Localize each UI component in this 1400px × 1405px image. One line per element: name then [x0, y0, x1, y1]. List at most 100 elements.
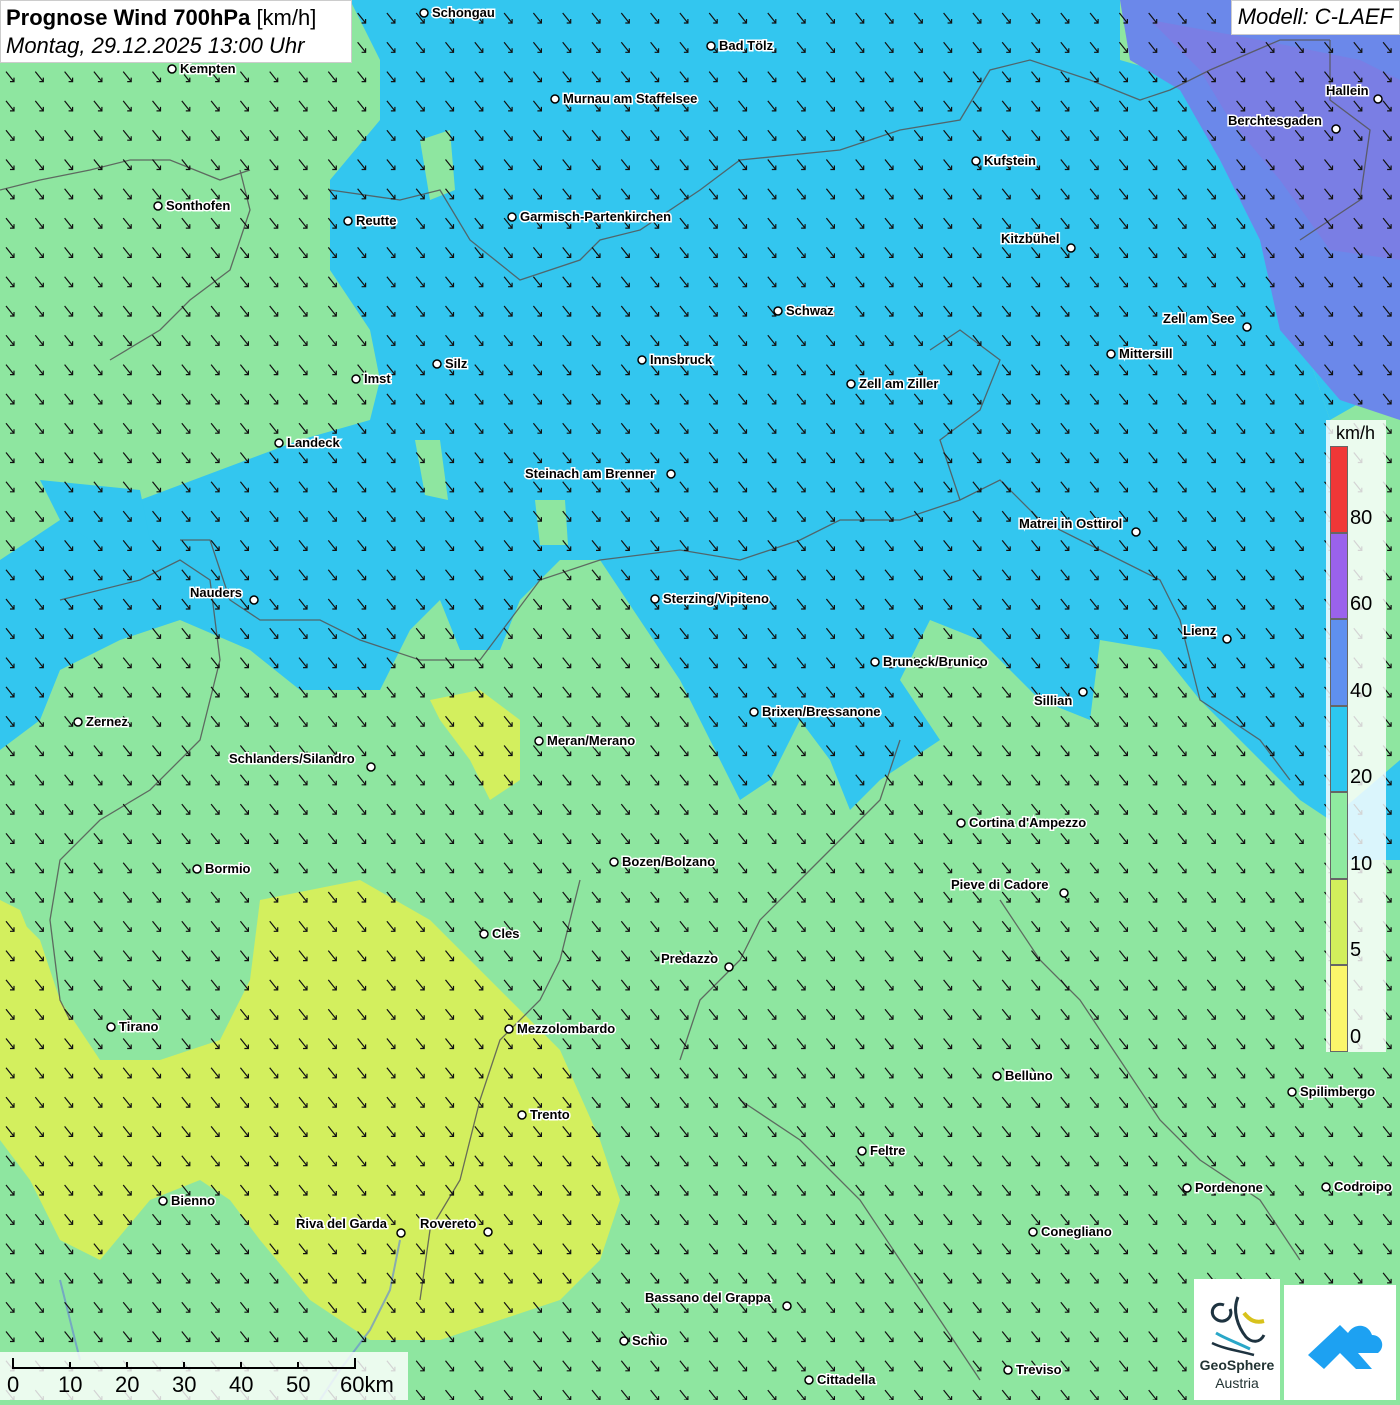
title-box: Prognose Wind 700hPa [km/h] Montag, 29.1… [0, 0, 352, 63]
city-marker [396, 1228, 406, 1238]
city-label: Kitzbühel [1001, 231, 1060, 246]
city-label: Zell am Ziller [859, 376, 938, 391]
city-marker [609, 857, 619, 867]
city-label: Bormio [205, 861, 251, 876]
city-label: Murnau am Staffelsee [563, 91, 697, 106]
geosphere-logo-icon [1210, 1296, 1266, 1357]
city-label: Mezzolombardo [517, 1021, 615, 1036]
city-label: Brixen/Bressanone [762, 704, 881, 719]
city-label: Berchtesgaden [1228, 113, 1322, 128]
city-label: Schwaz [786, 303, 834, 318]
field-green-island [535, 500, 568, 545]
model-label: Modell: C-LAEF [1230, 0, 1400, 35]
city-label: Bienno [171, 1193, 215, 1208]
legend-tick-label: 5 [1350, 939, 1362, 961]
legend-tick-label: 60 [1350, 593, 1373, 615]
map-title-main: Prognose Wind 700hPa [6, 5, 251, 30]
city-label: Bozen/Bolzano [622, 854, 715, 869]
city-marker [956, 818, 966, 828]
city-marker [1321, 1182, 1331, 1192]
mountain-cloud-icon [1308, 1325, 1383, 1369]
city-label: Schio [632, 1333, 667, 1348]
city-label: Pordenone [1195, 1180, 1263, 1195]
city-label: Schlanders/Silandro [229, 751, 355, 766]
forecast-datetime: Montag, 29.12.2025 13:00 Uhr [6, 33, 305, 58]
weather-app-logo[interactable] [1284, 1285, 1396, 1400]
city-label: Hallein [1326, 83, 1369, 98]
city-marker [249, 595, 259, 605]
city-marker [479, 929, 489, 939]
city-marker [419, 8, 429, 18]
legend-color-40 [1330, 619, 1348, 706]
city-label: Rovereto [420, 1216, 476, 1231]
scale-bar: 0 10 20 30 40 50 60km [0, 1352, 408, 1400]
geosphere-logo[interactable]: GeoSphere Austria [1194, 1279, 1280, 1400]
city-label: Landeck [287, 435, 341, 450]
legend-color-5 [1330, 878, 1348, 965]
scale-label: 50 [286, 1372, 311, 1397]
map-title: Prognose Wind 700hPa [km/h] [6, 4, 346, 32]
city-marker [550, 94, 560, 104]
city-label: Conegliano [1041, 1224, 1112, 1239]
legend-color-80 [1330, 446, 1348, 533]
city-marker [870, 657, 880, 667]
city-marker [637, 355, 647, 365]
city-label: Mittersill [1119, 346, 1172, 361]
city-label: Matrei in Osttirol [1019, 516, 1122, 531]
city-marker [650, 594, 660, 604]
city-label: Imst [364, 371, 391, 386]
city-marker [992, 1071, 1002, 1081]
city-label: Silz [445, 356, 468, 371]
city-label: Zell am See [1163, 311, 1235, 326]
legend-tick-label: 20 [1350, 766, 1373, 788]
city-marker [192, 864, 202, 874]
city-marker [1182, 1183, 1192, 1193]
legend-unit: km/h [1336, 423, 1376, 443]
city-marker [504, 1024, 514, 1034]
city-label: Meran/Merano [547, 733, 635, 748]
city-marker [158, 1196, 168, 1206]
city-marker [706, 41, 716, 51]
wind-map[interactable]: Schongau Bad Tölz Kempten Murnau am Staffel… [0, 0, 1400, 1400]
city-label: Cittadella [817, 1372, 876, 1387]
city-marker [804, 1375, 814, 1385]
city-marker [1373, 94, 1383, 104]
city-marker [517, 1110, 527, 1120]
city-marker [666, 469, 676, 479]
city-label: Zernez [86, 714, 128, 729]
city-label: Innsbruck [650, 352, 713, 367]
city-label: Nauders [190, 585, 242, 600]
city-marker [1078, 687, 1088, 697]
city-label: Bad Tölz [719, 38, 774, 53]
city-marker [782, 1301, 792, 1311]
city-marker [1331, 124, 1341, 134]
city-marker [167, 64, 177, 74]
city-marker [1222, 634, 1232, 644]
city-label: Reutte [356, 213, 396, 228]
city-label: Sonthofen [166, 198, 230, 213]
map-title-unit: [km/h] [256, 5, 317, 30]
city-marker [1059, 888, 1069, 898]
city-marker [351, 374, 361, 384]
city-label: Bassano del Grappa [645, 1290, 771, 1305]
city-marker [749, 707, 759, 717]
city-marker [1131, 527, 1141, 537]
city-label: Sterzing/Vipiteno [663, 591, 769, 606]
scale-label: 30 [172, 1372, 197, 1397]
city-marker [1106, 349, 1116, 359]
city-marker [773, 306, 783, 316]
legend-tick-label: 0 [1350, 1025, 1362, 1048]
city-label: Kufstein [984, 153, 1036, 168]
city-label: Feltre [870, 1143, 905, 1158]
city-label: Predazzo [661, 951, 718, 966]
legend-color-20 [1330, 705, 1348, 792]
legend-tick-label: 10 [1350, 852, 1373, 875]
city-marker [432, 359, 442, 369]
city-marker [153, 201, 163, 211]
city-marker [846, 379, 856, 389]
city-marker [73, 717, 83, 727]
city-label: Lienz [1183, 623, 1217, 638]
city-marker [971, 156, 981, 166]
city-label: Codroipo [1334, 1179, 1392, 1194]
legend-color-0 [1330, 965, 1348, 1052]
